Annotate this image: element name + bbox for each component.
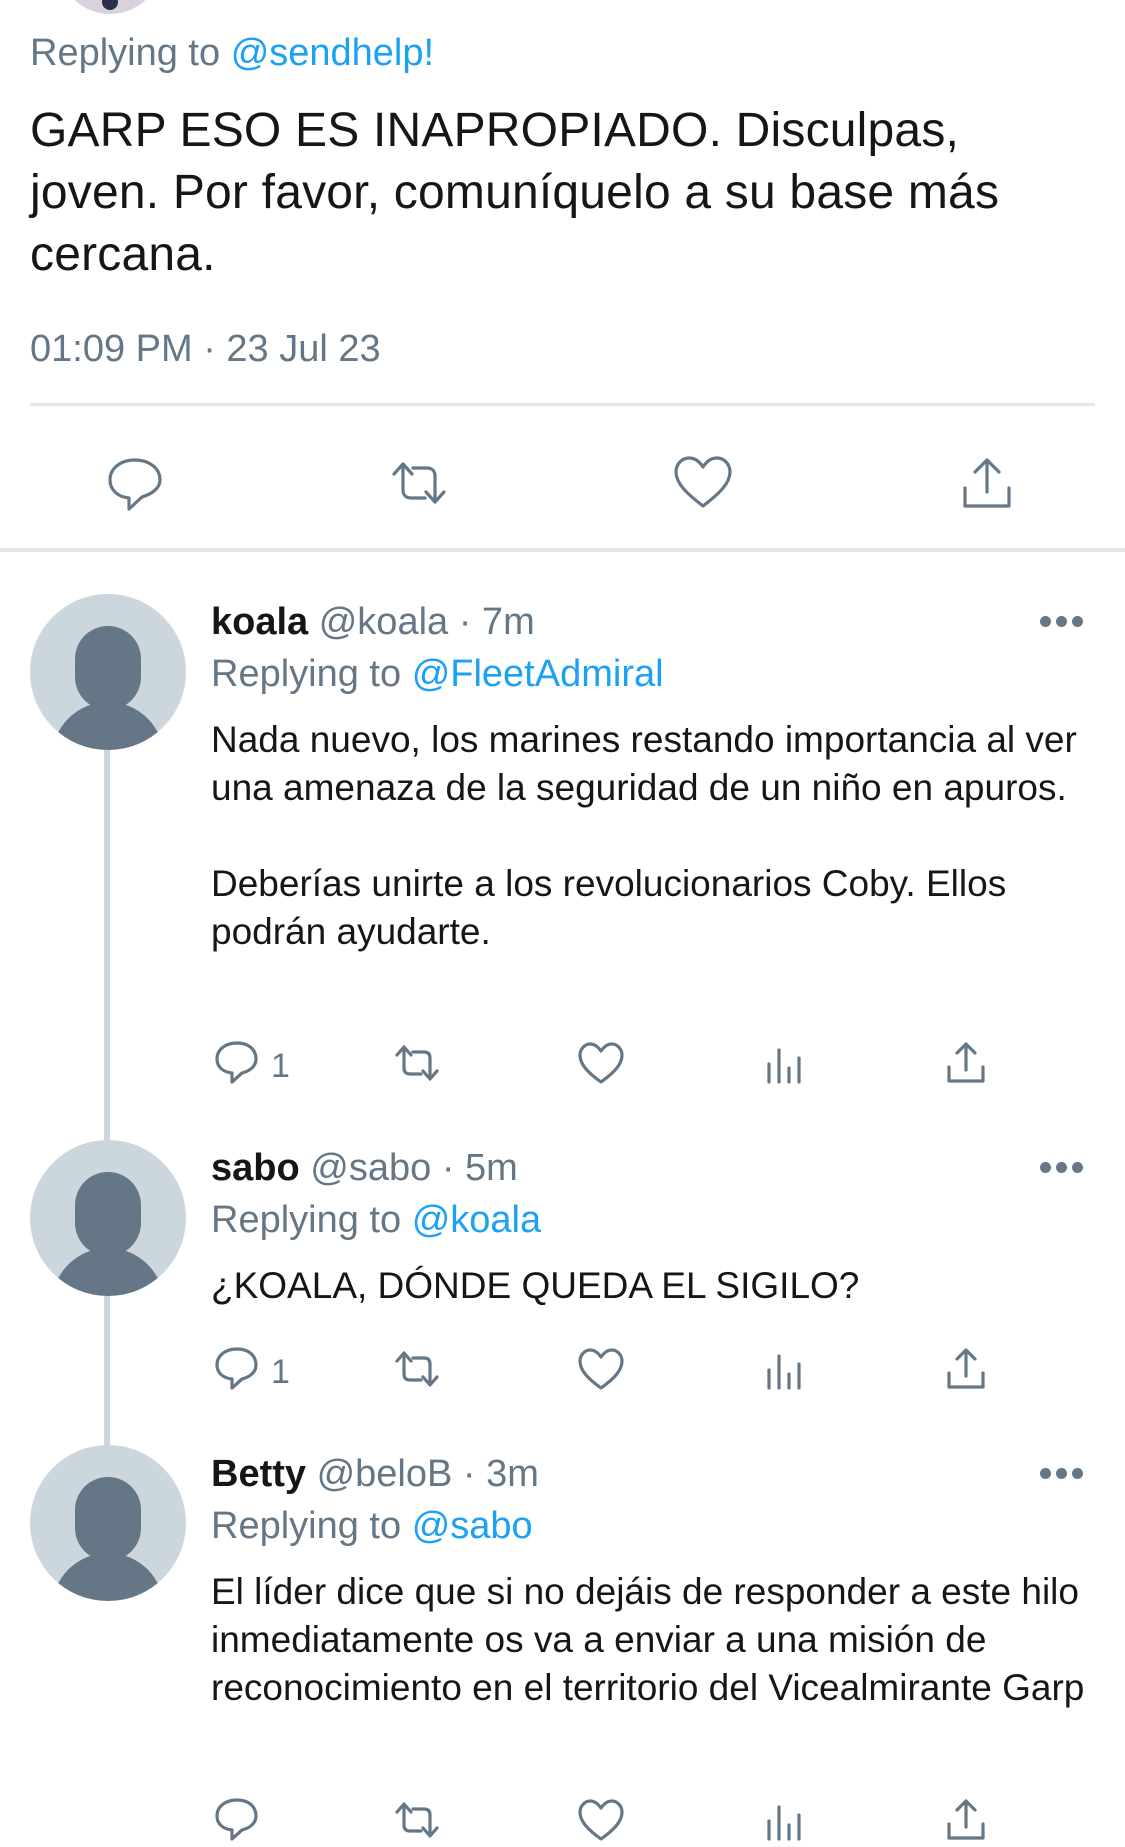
- replying-to-line: Replying to @sabo: [211, 1502, 533, 1550]
- more-options-icon[interactable]: [1040, 1468, 1084, 1482]
- divider: [30, 403, 1095, 406]
- replying-handle-link[interactable]: @sendhelp!: [231, 32, 434, 74]
- retweet-icon[interactable]: [390, 1793, 444, 1847]
- replying-prefix: Replying to: [211, 1199, 402, 1241]
- reply-icon[interactable]: [210, 1036, 264, 1090]
- reply-icon[interactable]: [210, 1342, 264, 1396]
- like-icon[interactable]: [574, 1793, 628, 1847]
- retweet-icon[interactable]: [390, 1036, 444, 1090]
- avatar[interactable]: [30, 1445, 186, 1601]
- user-handle[interactable]: @koala: [319, 601, 448, 643]
- reply-header: Betty @beloB · 3m: [211, 1450, 539, 1498]
- analytics-icon[interactable]: [757, 1342, 811, 1396]
- tweet-timestamp[interactable]: 01:09 PM · 23 Jul 23: [30, 324, 381, 374]
- analytics-icon[interactable]: [757, 1793, 811, 1847]
- reply-time: · 7m: [458, 601, 535, 643]
- user-name[interactable]: sabo: [211, 1147, 300, 1189]
- retweet-icon[interactable]: [390, 1342, 444, 1396]
- reply-header: sabo @sabo · 5m: [211, 1144, 518, 1192]
- thread-line: [104, 748, 110, 1140]
- share-icon[interactable]: [952, 448, 1022, 518]
- replying-to-line: Replying to @sendhelp!: [30, 28, 434, 78]
- user-handle[interactable]: @sabo: [310, 1147, 431, 1189]
- reply-time: · 5m: [441, 1147, 518, 1189]
- analytics-icon[interactable]: [757, 1036, 811, 1090]
- more-options-icon[interactable]: [1040, 616, 1084, 630]
- replying-handle-link[interactable]: @FleetAdmiral: [412, 653, 664, 695]
- like-icon[interactable]: [574, 1342, 628, 1396]
- share-icon[interactable]: [939, 1342, 993, 1396]
- reply-icon[interactable]: [100, 448, 170, 518]
- reply-text: Nada nuevo, los marines restando importa…: [211, 719, 1077, 952]
- tweet-text: GARP ESO ES INAPROPIADO. Disculpas, jove…: [30, 104, 1000, 281]
- replying-prefix: Replying to: [211, 1505, 402, 1547]
- retweet-icon[interactable]: [384, 448, 454, 518]
- reply-count: 1: [271, 1353, 290, 1391]
- more-options-icon[interactable]: [1040, 1162, 1084, 1176]
- reply-time: · 3m: [462, 1453, 539, 1495]
- share-icon[interactable]: [939, 1036, 993, 1090]
- user-name[interactable]: koala: [211, 601, 308, 643]
- avatar[interactable]: [30, 1140, 186, 1296]
- reply-count: 1: [271, 1047, 290, 1085]
- like-icon[interactable]: [668, 448, 738, 518]
- reply-text: ¿KOALA, DÓNDE QUEDA EL SIGILO?: [211, 1265, 860, 1306]
- replying-to-line: Replying to @koala: [211, 1196, 541, 1244]
- reply-header: koala @koala · 7m: [211, 598, 535, 646]
- section-divider: [0, 548, 1125, 552]
- user-handle[interactable]: @beloB: [317, 1453, 453, 1495]
- replying-prefix: Replying to: [211, 653, 402, 695]
- thread-line: [104, 1293, 110, 1448]
- share-icon[interactable]: [939, 1793, 993, 1847]
- replying-handle-link[interactable]: @koala: [412, 1199, 541, 1241]
- avatar[interactable]: [30, 594, 186, 750]
- replying-to-line: Replying to @FleetAdmiral: [211, 650, 664, 698]
- like-icon[interactable]: [574, 1036, 628, 1090]
- replying-handle-link[interactable]: @sabo: [412, 1505, 533, 1547]
- user-name[interactable]: Betty: [211, 1453, 306, 1495]
- reply-text: El líder dice que si no dejáis de respon…: [211, 1571, 1090, 1708]
- replying-prefix: Replying to: [30, 32, 221, 74]
- reply-icon[interactable]: [210, 1793, 264, 1847]
- author-avatar[interactable]: [58, 0, 162, 14]
